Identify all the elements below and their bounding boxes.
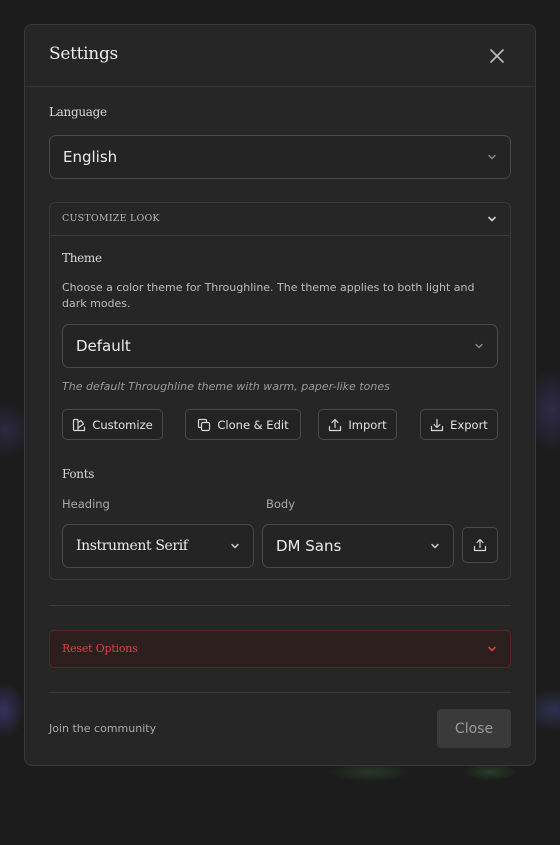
heading-font-value: Instrument Serif (76, 538, 188, 554)
community-link[interactable]: Join the community (49, 722, 156, 735)
body-font-select[interactable]: DM Sans (262, 524, 454, 568)
palette-icon (72, 418, 86, 432)
body-font-label: Body (266, 497, 296, 511)
heading-font-select[interactable]: Instrument Serif (62, 524, 254, 568)
language-select[interactable]: English (49, 135, 511, 179)
dialog-header: Settings (25, 25, 535, 87)
heading-font-label: Heading (62, 497, 110, 511)
export-button-label: Export (450, 417, 488, 432)
language-value: English (63, 148, 118, 166)
reset-options-label: Reset Options (62, 642, 138, 655)
chevron-down-icon (486, 151, 498, 163)
theme-hint: The default Throughline theme with warm,… (62, 380, 390, 393)
divider (49, 605, 511, 606)
download-icon (430, 418, 444, 432)
close-button[interactable]: Close (437, 709, 511, 748)
customize-look-section: CUSTOMIZE LOOK Theme Choose a color them… (49, 202, 511, 580)
chevron-down-icon (429, 540, 441, 552)
customize-button-label: Customize (92, 417, 153, 432)
import-button-label: Import (348, 417, 387, 432)
dialog-title: Settings (49, 44, 118, 64)
customize-button[interactable]: Customize (62, 409, 163, 440)
language-label: Language (49, 105, 107, 119)
reset-options-section[interactable]: Reset Options (49, 630, 511, 668)
divider (49, 692, 511, 693)
font-upload-button[interactable] (462, 527, 498, 563)
chevron-down-icon[interactable] (486, 213, 498, 225)
fonts-label: Fonts (62, 467, 95, 481)
clone-edit-button[interactable]: Clone & Edit (185, 409, 301, 440)
import-button[interactable]: Import (318, 409, 397, 440)
theme-select[interactable]: Default (62, 324, 498, 368)
theme-label: Theme (62, 251, 102, 265)
copy-icon (197, 418, 211, 432)
export-button[interactable]: Export (420, 409, 498, 440)
upload-icon (473, 538, 487, 552)
chevron-down-icon (229, 540, 241, 552)
settings-dialog: Settings Language English CUSTOMIZE LOOK… (24, 24, 536, 766)
chevron-down-icon[interactable] (486, 643, 498, 655)
theme-description: Choose a color theme for Throughline. Th… (62, 281, 475, 310)
chevron-down-icon (473, 340, 485, 352)
body-font-value: DM Sans (276, 537, 342, 555)
upload-icon (328, 418, 342, 432)
customize-look-header[interactable]: CUSTOMIZE LOOK (50, 203, 510, 236)
customize-look-title: CUSTOMIZE LOOK (62, 213, 160, 224)
close-icon[interactable] (487, 46, 507, 66)
clone-edit-button-label: Clone & Edit (217, 417, 289, 432)
theme-value: Default (76, 337, 131, 355)
